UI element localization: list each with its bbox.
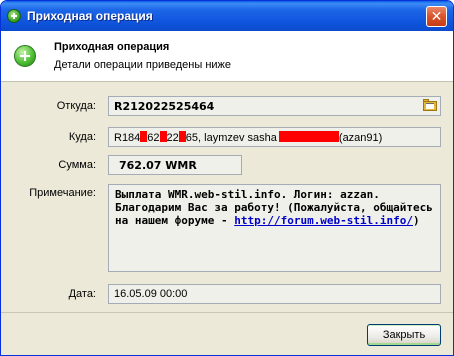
to-part-4: 65, laymzev sasha bbox=[185, 132, 277, 144]
header-subtitle: Детали операции приведены ниже bbox=[54, 59, 232, 71]
to-value: R184 62 22 65, laymzev sasha (azan91) bbox=[114, 131, 382, 144]
from-value: R212022525464 bbox=[114, 100, 215, 113]
title-bar[interactable]: Приходная операция ✕ bbox=[1, 1, 453, 31]
date-label: Дата: bbox=[68, 288, 96, 300]
to-field[interactable]: R184 62 22 65, laymzev sasha (azan91) bbox=[108, 127, 441, 147]
note-tail: ) bbox=[413, 214, 420, 227]
from-label: Откуда: bbox=[56, 100, 96, 112]
to-label: Куда: bbox=[68, 131, 96, 143]
to-part-5: (azan91) bbox=[338, 132, 383, 144]
redaction-mark bbox=[178, 131, 186, 142]
note-label: Примечание: bbox=[29, 187, 96, 199]
to-part-1: R184 bbox=[114, 132, 141, 144]
from-field[interactable]: R212022525464 bbox=[108, 96, 441, 116]
sum-value: 762.07 WMR bbox=[119, 159, 197, 172]
note-field[interactable]: Выплата WMR.web-stil.info. Логин: azzan.… bbox=[108, 184, 441, 272]
header-title: Приходная операция bbox=[54, 41, 170, 53]
to-part-2: 62 bbox=[147, 132, 160, 144]
forum-link[interactable]: http://forum.web-stil.info/ bbox=[234, 214, 413, 227]
plus-circle-icon bbox=[7, 9, 21, 23]
sum-field[interactable]: 762.07 WMR bbox=[108, 155, 242, 175]
window-title: Приходная операция bbox=[27, 9, 153, 23]
redaction-mark bbox=[159, 131, 167, 142]
close-icon[interactable]: ✕ bbox=[426, 6, 447, 27]
sum-label: Сумма: bbox=[58, 159, 96, 171]
close-button[interactable]: Закрыть bbox=[367, 324, 441, 346]
footer-divider bbox=[1, 312, 453, 313]
dialog-header: Приходная операция Детали операции приве… bbox=[1, 31, 453, 82]
plus-circle-icon bbox=[14, 45, 36, 67]
dialog-window: Приходная операция ✕ Приходная операция … bbox=[0, 0, 454, 356]
date-field[interactable]: 16.05.09 00:00 bbox=[108, 284, 441, 304]
date-value: 16.05.09 00:00 bbox=[114, 288, 188, 300]
redaction-mark bbox=[278, 131, 339, 142]
to-part-3: 22 bbox=[166, 132, 179, 144]
folder-icon[interactable] bbox=[423, 99, 437, 111]
